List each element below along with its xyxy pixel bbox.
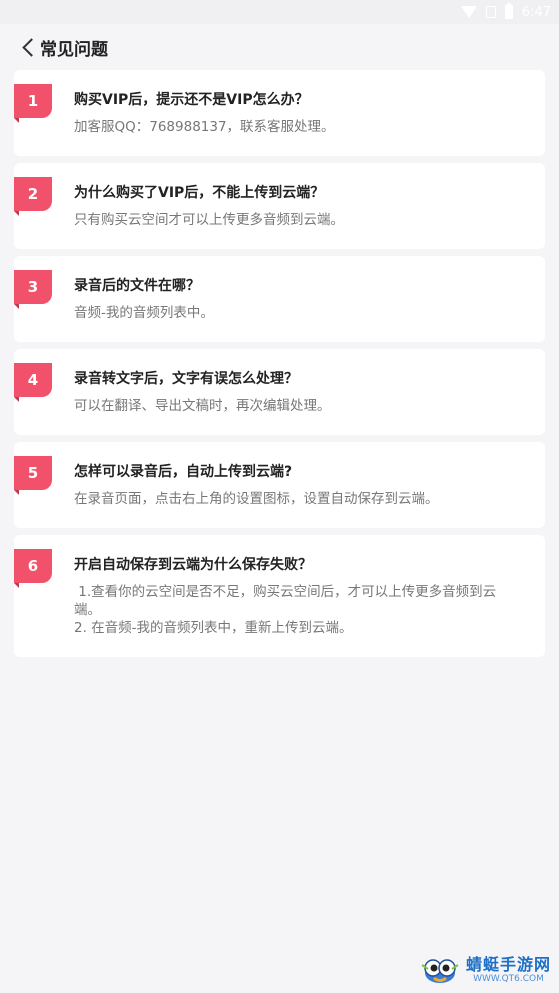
faq-number-badge: 2 — [14, 177, 52, 216]
status-bar: 6:47 — [0, 0, 559, 24]
page-title: 常见问题 — [40, 39, 108, 60]
chevron-left-icon — [21, 37, 41, 57]
faq-question: 开启自动保存到云端为什么保存失败？ — [74, 557, 312, 573]
faq-number-badge: 5 — [14, 456, 52, 495]
faq-card[interactable]: 5 怎样可以录音后，自动上传到云端? 在录音页面，点击右上角的设置图标，设置自动… — [14, 442, 545, 528]
faq-answer: 可以在翻译、导出文稿时，再次编辑处理。 — [74, 398, 331, 414]
faq-card[interactable]: 1 购买VIP后，提示还不是VIP怎么办？ 加客服QQ：768988137，联系… — [14, 70, 545, 156]
watermark-url: WWW.QT6.COM — [473, 973, 544, 984]
dragonfly-mascot-icon — [421, 959, 459, 983]
watermark-title: 蜻蜓手游网 — [465, 954, 551, 974]
faq-question: 录音转文字后，文字有误怎么处理？ — [74, 371, 298, 387]
faq-number-badge: 3 — [14, 270, 52, 309]
faq-card[interactable]: 2 为什么购买了VIP后，不能上传到云端？ 只有购买云空间才可以上传更多音频到云… — [14, 163, 545, 249]
faq-question: 购买VIP后，提示还不是VIP怎么办？ — [74, 92, 309, 108]
sim-icon — [485, 6, 496, 18]
faq-answer: 加客服QQ：768988137，联系客服处理。 — [74, 119, 335, 135]
faq-answer: 只有购买云空间才可以上传更多音频到云端。 — [74, 212, 344, 228]
faq-card[interactable]: 3 录音后的文件在哪？ 音频-我的音频列表中。 — [14, 256, 545, 342]
faq-question: 怎样可以录音后，自动上传到云端? — [74, 464, 293, 480]
status-time: 6:47 — [521, 4, 551, 20]
faq-number-badge: 1 — [14, 84, 52, 123]
faq-answer: 音频-我的音频列表中。 — [74, 305, 214, 321]
status-icons: 6:47 — [460, 2, 551, 22]
faq-answer: 在录音页面，点击右上角的设置图标，设置自动保存到云端。 — [74, 491, 439, 507]
wifi-icon — [460, 6, 477, 18]
faq-question: 为什么购买了VIP后，不能上传到云端？ — [74, 185, 325, 201]
faq-answer: 1.查看你的云空间是否不足，购买云空间后，才可以上传更多音频到云端。 2. 在音… — [74, 584, 497, 636]
faq-number-badge: 4 — [14, 363, 52, 402]
battery-icon — [504, 3, 513, 19]
faq-list: 1 购买VIP后，提示还不是VIP怎么办？ 加客服QQ：768988137，联系… — [14, 70, 545, 664]
faq-question: 录音后的文件在哪？ — [74, 278, 200, 294]
app-header: 常见问题 — [0, 28, 559, 66]
faq-card[interactable]: 4 录音转文字后，文字有误怎么处理？ 可以在翻译、导出文稿时，再次编辑处理。 — [14, 349, 545, 435]
faq-number-badge: 6 — [14, 549, 52, 588]
watermark: 蜻蜓手游网 WWW.QT6.COM — [420, 953, 551, 987]
faq-card[interactable]: 6 开启自动保存到云端为什么保存失败？ 1.查看你的云空间是否不足，购买云空间后… — [14, 535, 545, 657]
